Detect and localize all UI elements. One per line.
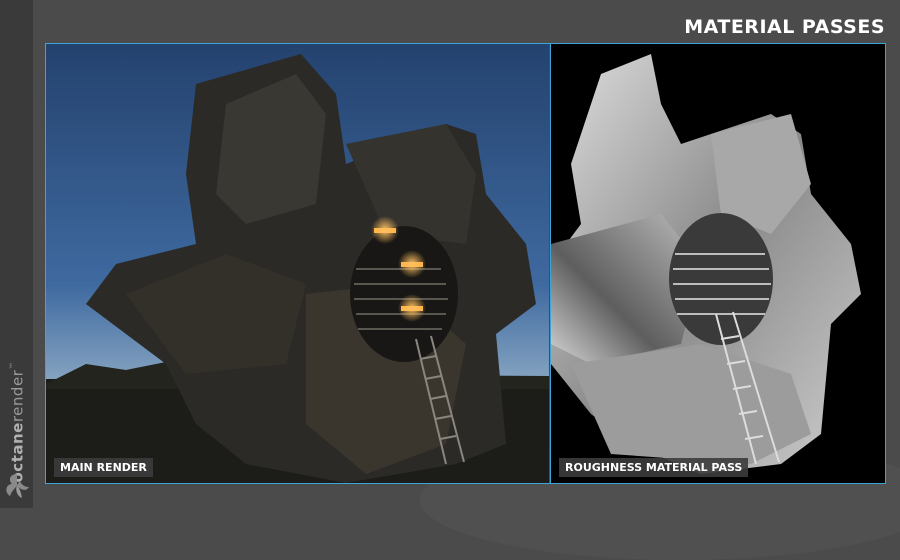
main-render-image xyxy=(46,44,549,483)
roughness-pass-label: ROUGHNESS MATERIAL PASS xyxy=(559,458,749,477)
comparison-frame: MAIN RENDER ROUGHNESS MATERIAL PASS xyxy=(45,43,886,484)
octane-logo-icon xyxy=(6,474,29,498)
roughness-pass-image xyxy=(551,44,885,483)
octane-render-brand: octanerender™ xyxy=(2,350,32,500)
sidebar: octanerender™ xyxy=(0,0,33,508)
main-render-label: MAIN RENDER xyxy=(54,458,153,477)
page-title: MATERIAL PASSES xyxy=(684,16,885,38)
main-render-panel: MAIN RENDER xyxy=(46,44,549,483)
brand-wordmark: octanerender™ xyxy=(8,361,27,483)
roughness-pass-panel: ROUGHNESS MATERIAL PASS xyxy=(550,44,885,483)
